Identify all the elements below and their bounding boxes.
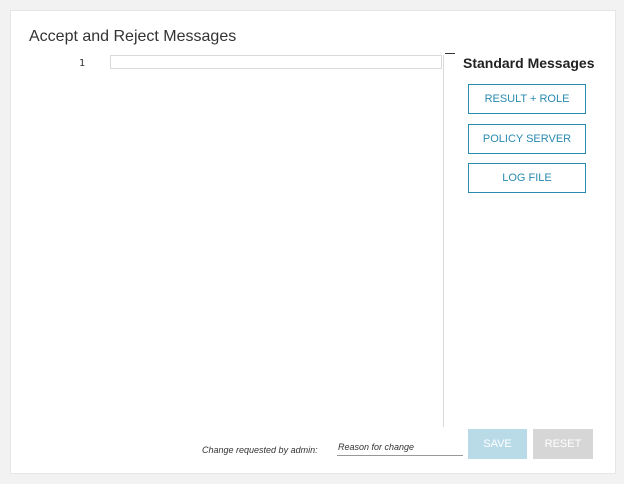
editor-line[interactable] xyxy=(110,55,442,69)
log-file-button[interactable]: LOG FILE xyxy=(468,163,586,193)
editor-divider xyxy=(443,55,444,427)
change-requested-label: Change requested by admin: xyxy=(202,445,318,455)
reason-input[interactable] xyxy=(337,438,463,456)
message-editor[interactable]: 1 xyxy=(29,53,455,427)
policy-server-button[interactable]: POLICY SERVER xyxy=(468,124,586,154)
save-button[interactable]: SAVE xyxy=(468,429,527,459)
line-number: 1 xyxy=(79,58,86,69)
section-title: Accept and Reject Messages xyxy=(29,28,237,45)
reset-button[interactable]: RESET xyxy=(533,429,593,459)
standard-messages-title: Standard Messages xyxy=(463,55,595,71)
editor-corner-mark xyxy=(445,53,455,54)
messages-panel: Accept and Reject Messages 1 Standard Me… xyxy=(10,10,616,474)
result-role-button[interactable]: RESULT + ROLE xyxy=(468,84,586,114)
